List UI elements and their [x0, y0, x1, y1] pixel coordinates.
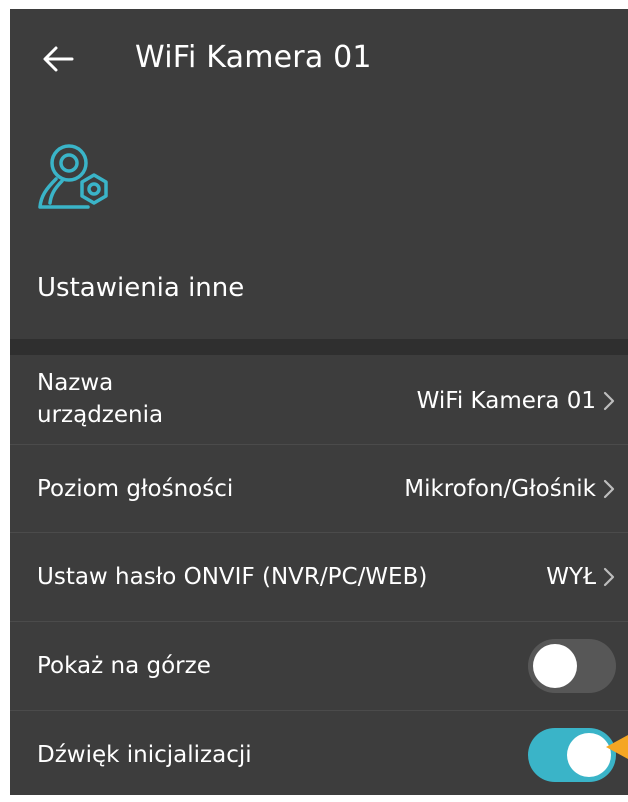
- device-name-row[interactable]: Nazwa urządzenia WiFi Kamera 01: [10, 355, 628, 445]
- toggle-knob: [567, 733, 611, 777]
- row-label: Pokaż na górze: [37, 653, 211, 679]
- chevron-right-icon: [603, 391, 615, 411]
- row-value: WYŁ: [546, 564, 596, 590]
- row-value: WiFi Kamera 01: [416, 388, 596, 414]
- init-sound-row: Dźwięk inicjalizacji: [10, 711, 628, 795]
- camera-gear-icon: [38, 144, 108, 209]
- page-title: WiFi Kamera 01: [135, 40, 372, 75]
- top-bar: WiFi Kamera 01: [10, 9, 628, 109]
- row-label: Nazwa urządzenia: [37, 370, 164, 428]
- arrow-left-icon[interactable]: [42, 45, 74, 73]
- row-label: Dźwięk inicjalizacji: [37, 742, 252, 768]
- section-title: Ustawienia inne: [37, 273, 245, 303]
- row-label: Poziom głośności: [37, 476, 234, 502]
- volume-level-row[interactable]: Poziom głośności Mikrofon/Głośnik: [10, 445, 628, 533]
- pointer-arrow-icon: [606, 735, 628, 759]
- row-label: Ustaw hasło ONVIF (NVR/PC/WEB): [37, 564, 428, 590]
- show-on-top-row: Pokaż na górze: [10, 622, 628, 711]
- row-value: Mikrofon/Głośnik: [404, 476, 596, 502]
- app-screen: WiFi Kamera 01 Ustawienia inne Nazwa urz…: [10, 9, 628, 795]
- onvif-password-row[interactable]: Ustaw hasło ONVIF (NVR/PC/WEB) WYŁ: [10, 533, 628, 622]
- chevron-right-icon: [603, 479, 615, 499]
- toggle-knob: [533, 644, 577, 688]
- chevron-right-icon: [603, 567, 615, 587]
- section-divider: [10, 339, 628, 355]
- show-on-top-toggle[interactable]: [528, 639, 616, 693]
- init-sound-toggle[interactable]: [528, 728, 616, 782]
